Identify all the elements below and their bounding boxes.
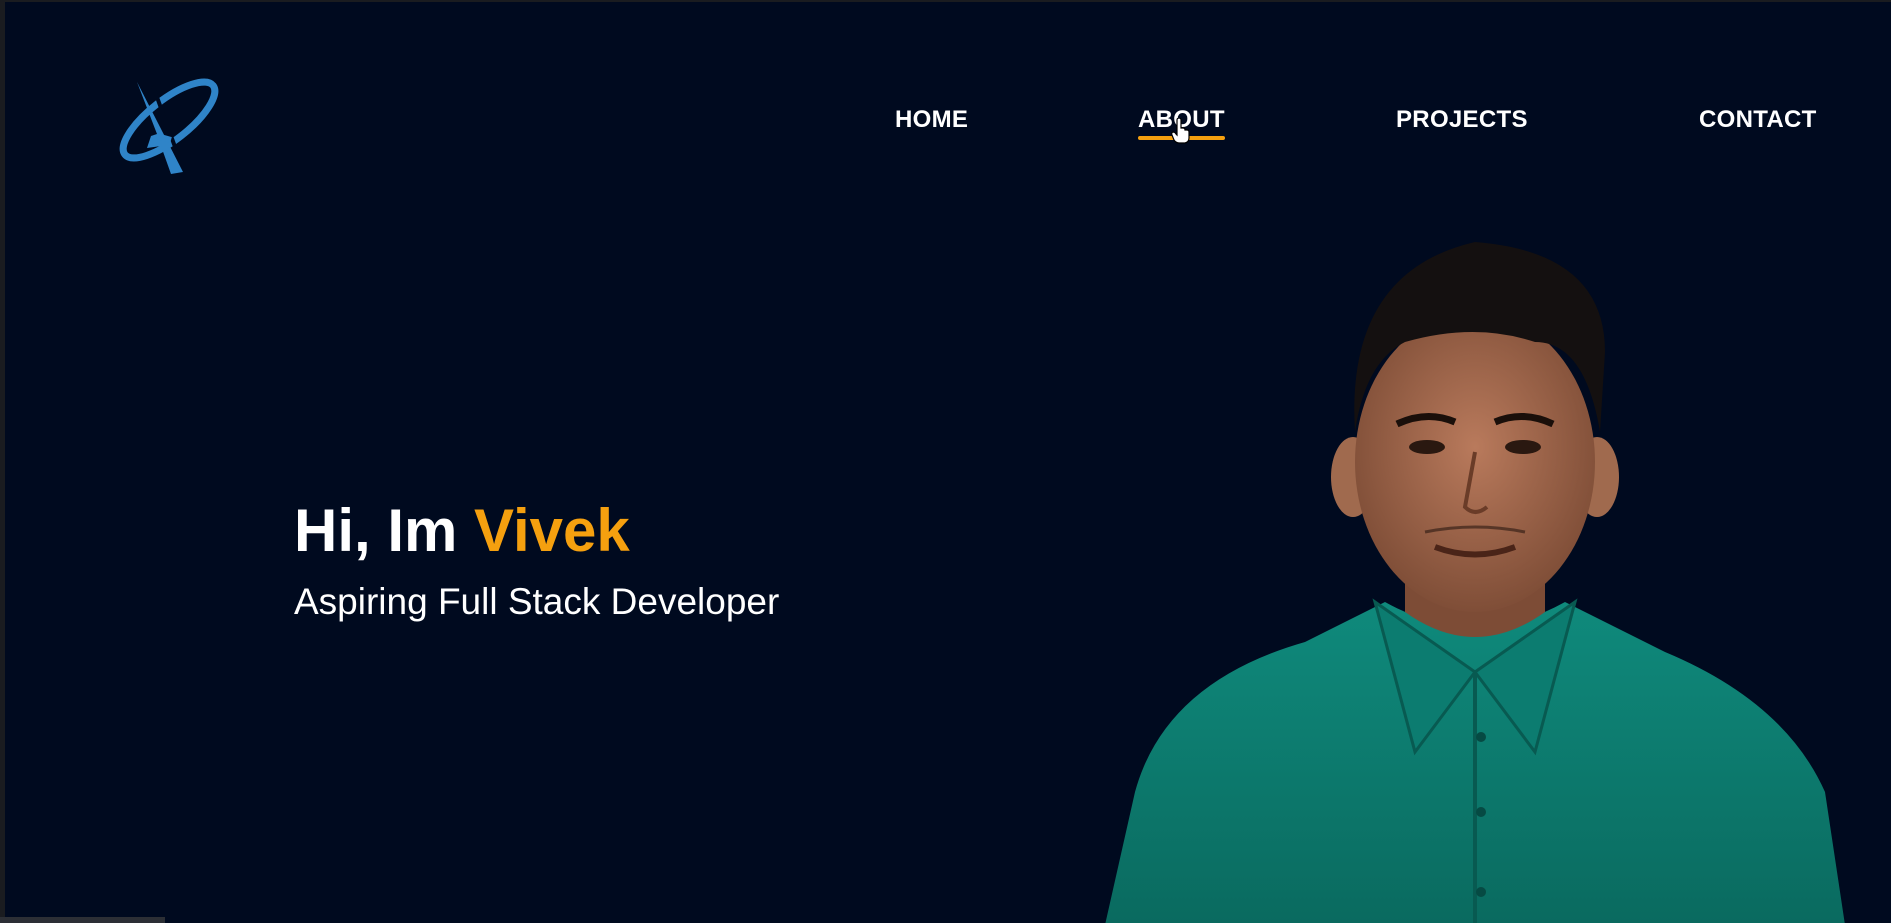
hero-heading: Hi, Im Vivek bbox=[294, 496, 630, 566]
hand-pointer-cursor-icon bbox=[1171, 117, 1191, 144]
main-nav: HOME ABOUT PROJECTS CONTACT bbox=[5, 106, 1891, 146]
browser-frame: HOME ABOUT PROJECTS CONTACT Hi, Im Vivek… bbox=[0, 0, 1891, 923]
hero-name: Vivek bbox=[474, 497, 630, 564]
profile-photo bbox=[1105, 232, 1845, 923]
nav-link-contact[interactable]: CONTACT bbox=[1699, 106, 1817, 134]
portfolio-page: HOME ABOUT PROJECTS CONTACT Hi, Im Vivek… bbox=[5, 2, 1891, 923]
nav-link-projects[interactable]: PROJECTS bbox=[1396, 106, 1528, 134]
bottom-scroll-indicator bbox=[0, 917, 165, 923]
nav-link-home[interactable]: HOME bbox=[895, 106, 968, 134]
hero-greeting: Hi, Im bbox=[294, 497, 458, 564]
hero-subtitle: Aspiring Full Stack Developer bbox=[294, 581, 780, 622]
